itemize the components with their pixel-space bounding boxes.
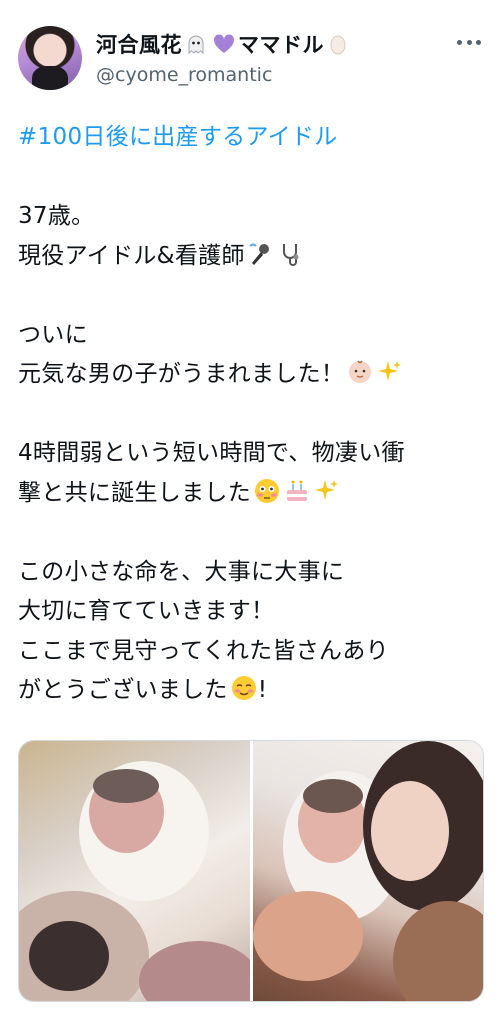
text-line: ついに [18, 321, 88, 348]
text-line: ここまで見守ってくれた皆さんあり [18, 637, 389, 664]
tweet-header: 河合風花 ママドル @cyome_romantic [18, 26, 484, 96]
ghost-emoji-icon [188, 35, 204, 55]
hashtag-link[interactable]: #100日後に出産するアイドル [18, 118, 484, 158]
tweet-text: #100日後に出産するアイドル 37歳。 現役アイドル&看護師 ついに 元気な男… [18, 118, 484, 711]
avatar[interactable] [18, 26, 82, 90]
author-handle[interactable]: @cyome_romantic [96, 64, 272, 86]
text-line-with-emoji: 撃と共に誕生しました [18, 474, 484, 514]
text-line-with-emoji: 現役アイドル&看護師 [18, 237, 484, 277]
stethoscope-icon [282, 243, 299, 266]
text-line: 大切に育てていきます！ [18, 598, 275, 624]
flushed-face-icon [255, 478, 279, 503]
newborn-photo-1[interactable] [19, 741, 250, 1001]
text-line-with-emoji: がとうございました! [18, 671, 484, 711]
text-line: 37歳。 [18, 203, 95, 229]
display-name[interactable]: 河合風花 [96, 29, 182, 59]
smiling-face-icon [231, 676, 256, 700]
egg-emoji-icon [330, 35, 346, 55]
microphone-icon [249, 243, 269, 265]
author-name-row[interactable]: 河合風花 ママドル [96, 30, 352, 58]
baby-icon [349, 360, 372, 383]
tweet-media [18, 740, 484, 1002]
sparkles-icon [378, 361, 402, 381]
text-line-with-emoji: 元気な男の子がうまれました！ [18, 355, 484, 395]
text-line: 4時間弱という短い時間で、物凄い衝 [18, 440, 405, 466]
birthday-cake-icon [287, 480, 307, 501]
text-line: この小さな命を、大事に大事に [18, 558, 345, 585]
purple-heart-icon [213, 34, 235, 53]
sparkles-icon [315, 479, 338, 500]
newborn-photo-2[interactable] [252, 741, 483, 1001]
name-suffix[interactable]: ママドル [238, 29, 324, 59]
more-options-icon[interactable] [454, 32, 484, 52]
